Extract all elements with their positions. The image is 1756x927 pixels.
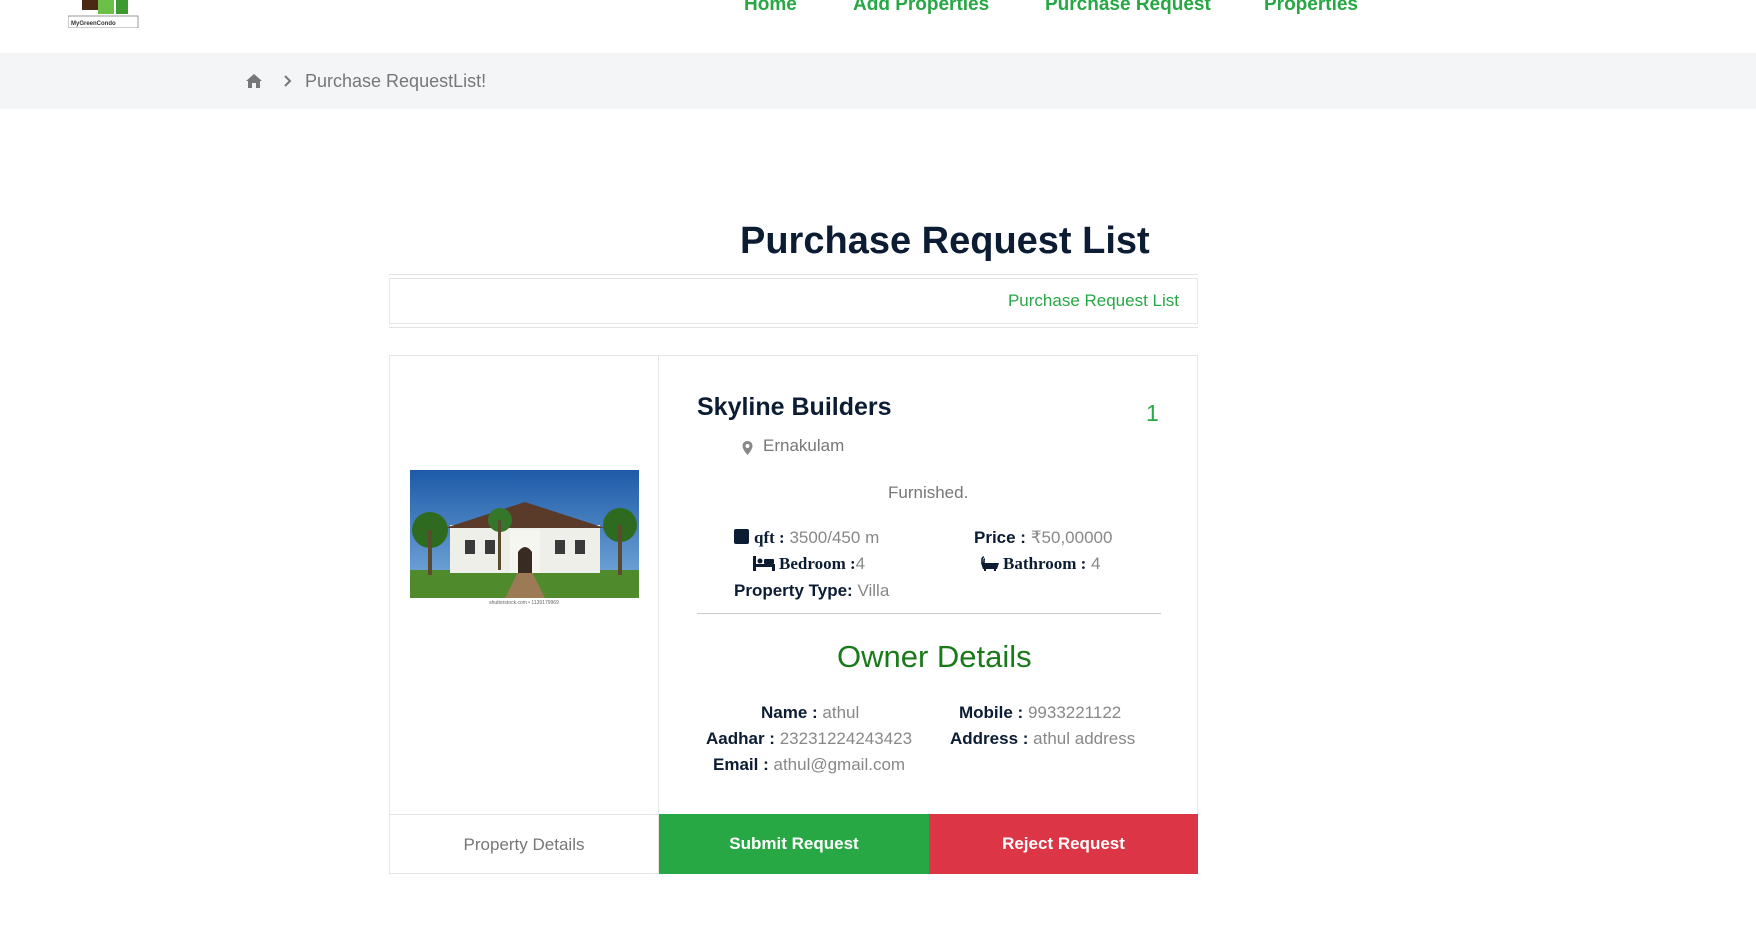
- svg-text:shutterstock.com • 1139179969: shutterstock.com • 1139179969: [489, 600, 559, 606]
- property-photo: shutterstock.com • 1139179969: [410, 470, 639, 606]
- property-type-label: Property Type:: [734, 581, 853, 600]
- title-strip-inner: Purchase Request List: [389, 278, 1198, 324]
- owner-address-row: Address : athul address: [950, 729, 1135, 749]
- bathroom-label: Bathroom :: [1003, 554, 1087, 573]
- property-image-panel: shutterstock.com • 1139179969: [390, 356, 659, 816]
- site-logo[interactable]: MyGreenCondo: [68, 0, 148, 28]
- chevron-right-icon: [284, 75, 292, 87]
- owner-email-label: Email :: [713, 755, 769, 774]
- request-number: 1: [1146, 400, 1159, 426]
- owner-name-row: Name : athul: [761, 703, 859, 723]
- details-divider: [697, 613, 1161, 614]
- price-row: Price : ₹50,00000: [974, 528, 1112, 548]
- nav-properties[interactable]: Properties: [1264, 0, 1358, 16]
- page-title: Purchase Request List: [740, 220, 1150, 262]
- owner-mobile-value: 9933221122: [1027, 703, 1122, 722]
- bed-icon: [753, 556, 775, 571]
- purchase-request-card: shutterstock.com • 1139179969: [389, 355, 1198, 874]
- title-strip: Purchase Request List: [389, 274, 1198, 328]
- submit-request-button[interactable]: Submit Request: [659, 814, 929, 874]
- bathroom-value: 4: [1091, 554, 1101, 573]
- owner-mobile-label: Mobile :: [959, 703, 1024, 722]
- bedroom-row: Bedroom :4: [753, 554, 865, 574]
- qft-row: qft : 3500/450 m: [734, 528, 879, 548]
- breadcrumb: [0, 53, 1756, 109]
- owner-aadhar-label: Aadhar :: [706, 729, 775, 748]
- price-label: Price :: [974, 528, 1026, 547]
- owner-address-value: athul address: [1033, 729, 1136, 748]
- owner-mobile-row: Mobile : 9933221122: [959, 703, 1121, 723]
- furnishing-status: Furnished.: [888, 483, 969, 502]
- property-name: Skyline Builders: [697, 393, 892, 421]
- owner-address-label: Address :: [950, 729, 1029, 748]
- square-feet-icon: [734, 529, 749, 544]
- location-pin-icon: [742, 441, 753, 455]
- qft-value: 3500/450 m: [789, 528, 880, 547]
- reject-request-button[interactable]: Reject Request: [929, 814, 1198, 874]
- bathroom-row: Bathroom : 4: [981, 554, 1100, 574]
- owner-aadhar-value: 23231224243423: [779, 729, 913, 748]
- qft-label: qft :: [754, 528, 785, 547]
- owner-aadhar-row: Aadhar : 23231224243423: [706, 729, 912, 749]
- property-details-button[interactable]: Property Details: [389, 814, 659, 874]
- nav-purchase-request[interactable]: Purchase Request: [1045, 0, 1211, 16]
- bedroom-label: Bedroom :: [779, 554, 856, 573]
- property-location: Ernakulam: [763, 436, 845, 455]
- owner-email-value: athul@gmail.com: [773, 755, 906, 774]
- owner-name-value: athul: [822, 703, 860, 722]
- home-icon[interactable]: [245, 73, 263, 89]
- property-type-row: Property Type: Villa: [734, 581, 889, 601]
- owner-email-row: Email : athul@gmail.com: [713, 755, 905, 775]
- owner-details-title: Owner Details: [837, 639, 1032, 674]
- bath-icon: [981, 556, 999, 571]
- svg-text:MyGreenCondo: MyGreenCondo: [71, 21, 116, 27]
- breadcrumb-current: Purchase RequestList!: [305, 71, 487, 91]
- nav-home[interactable]: Home: [744, 0, 797, 16]
- bedroom-value: 4: [855, 554, 866, 573]
- price-value: ₹50,00000: [1030, 528, 1113, 547]
- top-navbar: MyGreenCondo Home Add Properties Purchas…: [0, 0, 1756, 53]
- strip-label: Purchase Request List: [1007, 291, 1179, 310]
- property-type-value: Villa: [857, 581, 890, 600]
- nav-add-properties[interactable]: Add Properties: [853, 0, 989, 16]
- owner-name-label: Name :: [761, 703, 818, 722]
